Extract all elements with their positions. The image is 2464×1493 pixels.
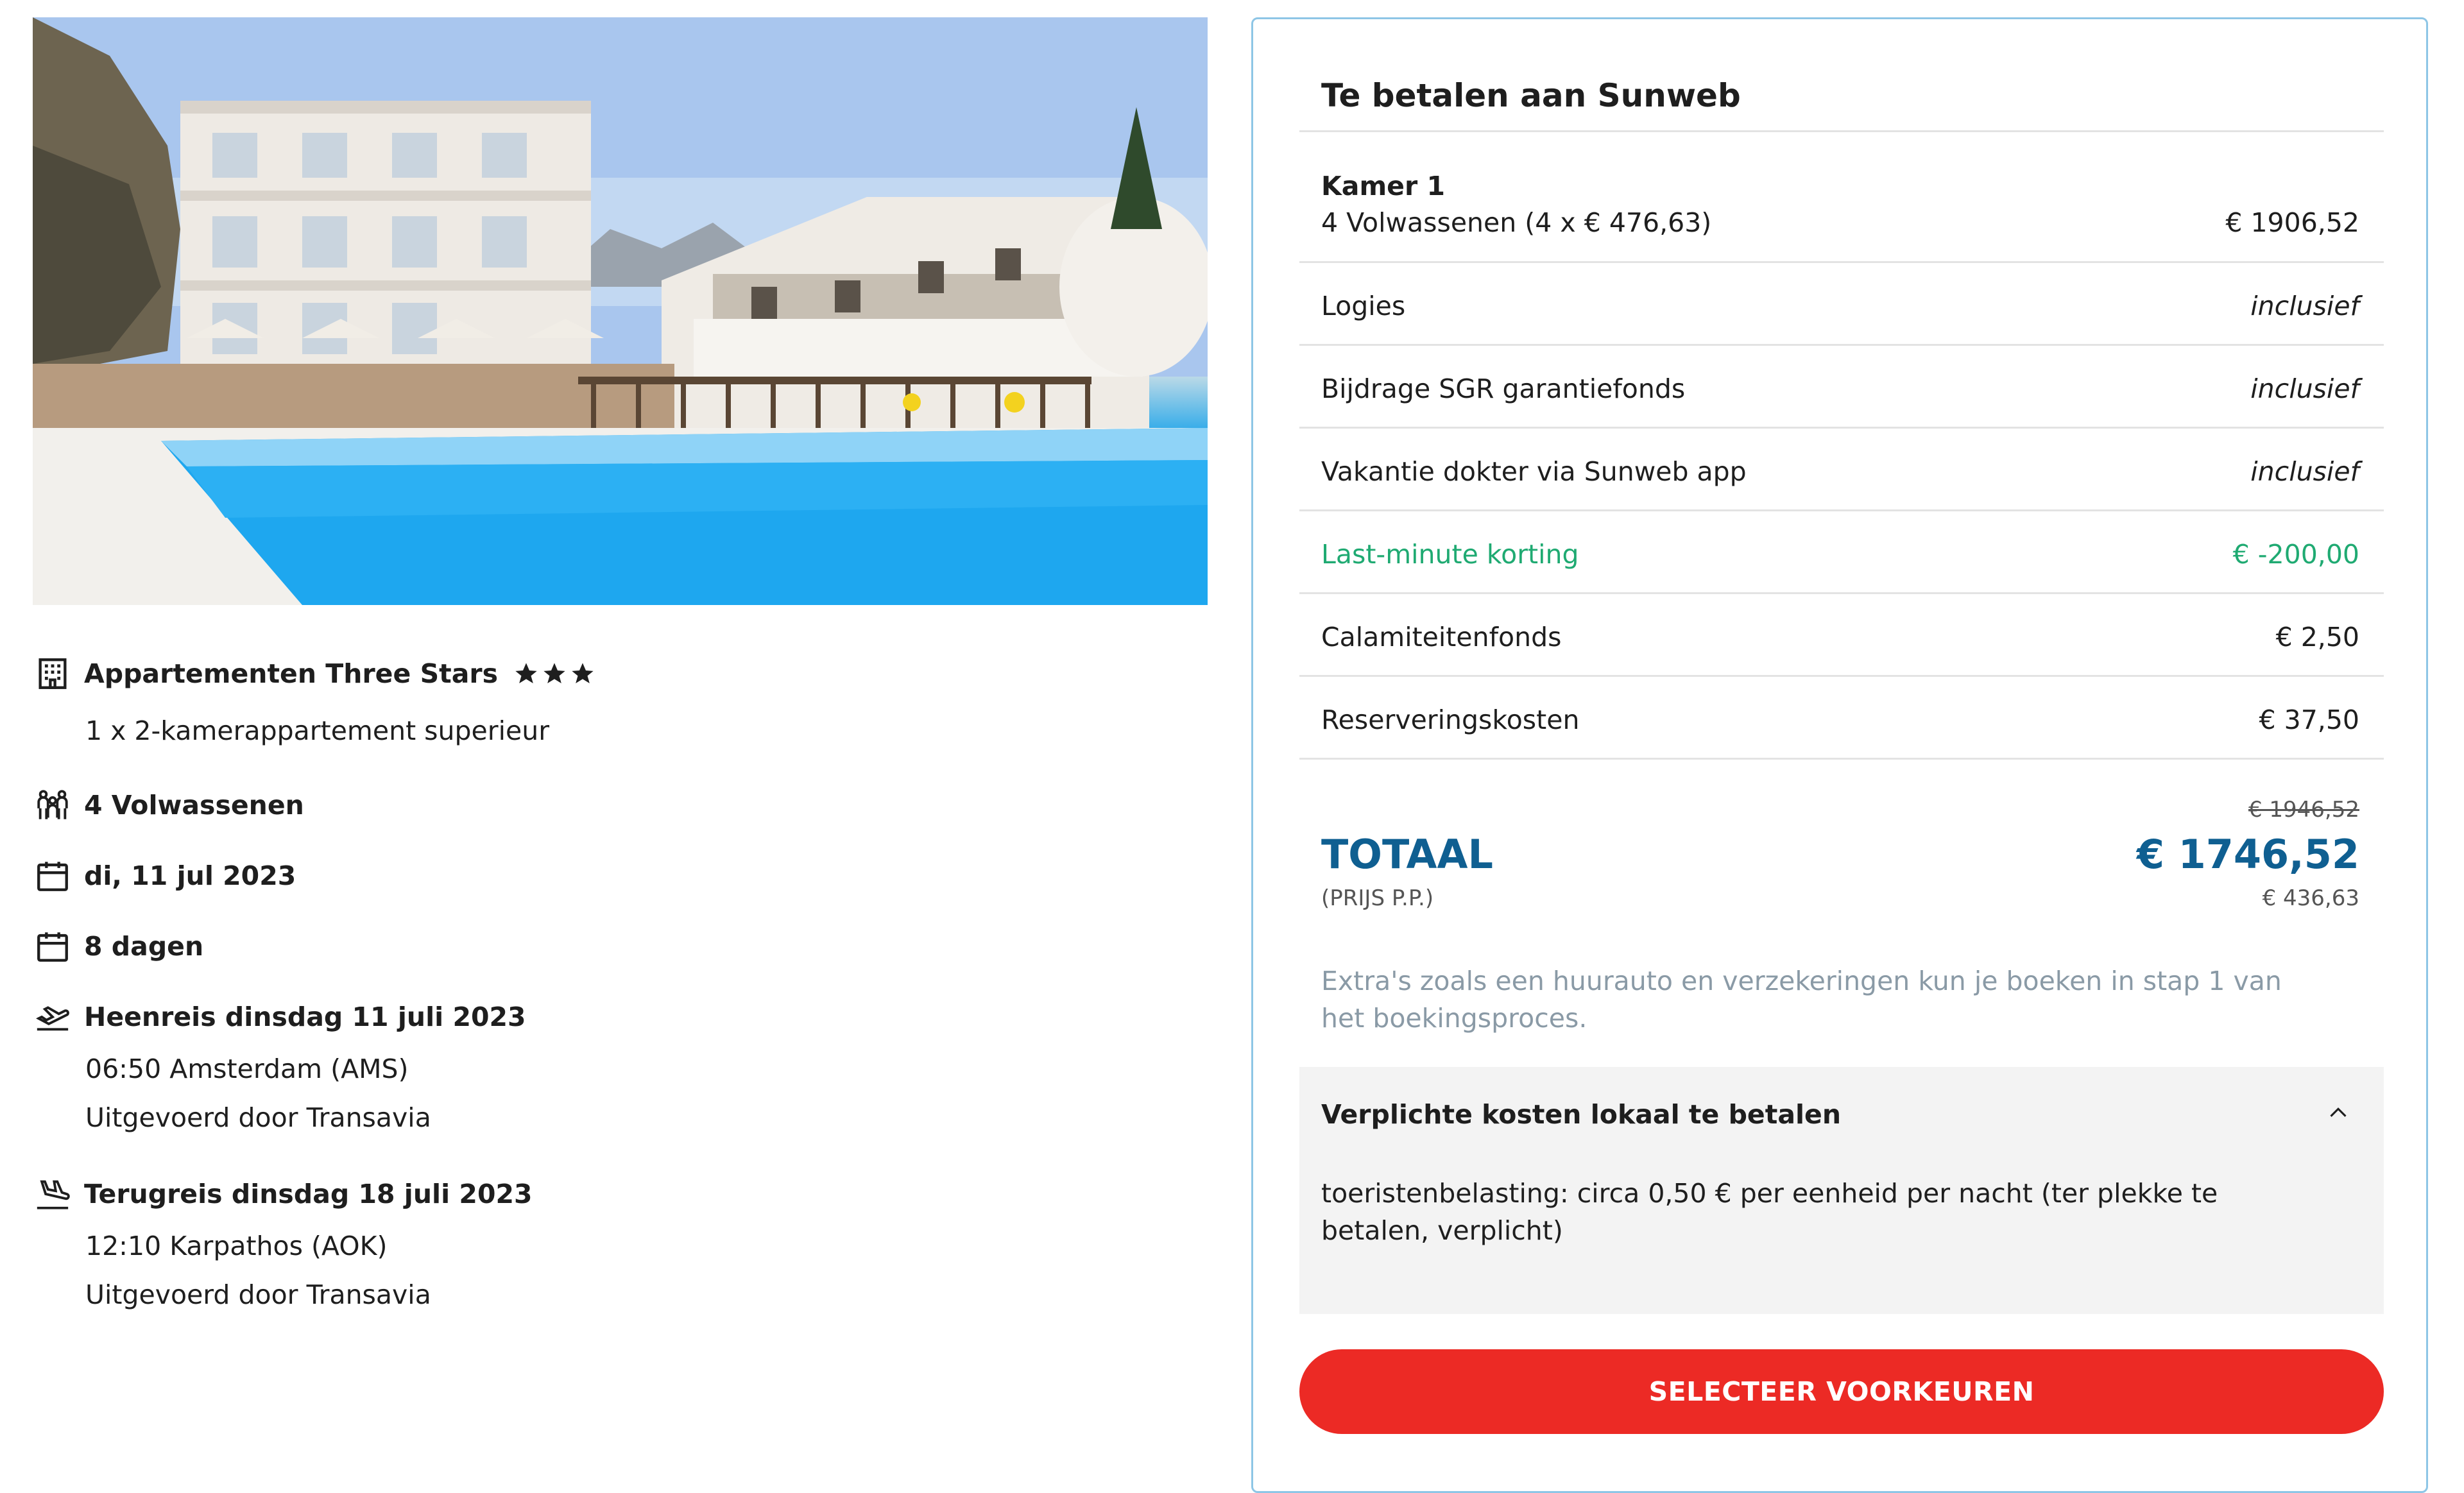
outbound-time-place: 06:50 Amsterdam (AMS) — [85, 1054, 409, 1084]
price-line-value: € 2,50 — [2275, 622, 2359, 653]
outbound-row: Heenreis dinsdag 11 juli 2023 — [33, 994, 526, 1039]
plane-arrival-icon — [33, 1174, 73, 1214]
price-line-value: inclusief — [2250, 291, 2359, 321]
local-costs-accordion[interactable]: Verplichte kosten lokaal te betalen toer… — [1299, 1067, 2384, 1314]
price-line-label: 4 Volwassenen (4 x € 476,63) — [1321, 207, 1712, 238]
outbound-carrier: Uitgevoerd door Transavia — [85, 1102, 431, 1133]
price-line-label: Reserveringskosten — [1321, 704, 1580, 735]
return-carrier: Uitgevoerd door Transavia — [85, 1279, 431, 1310]
travelers-row: 4 Volwassenen — [33, 783, 304, 828]
payment-summary-panel: Te betalen aan Sunweb Kamer 1 4 Volwasse… — [1251, 17, 2428, 1493]
return-title: Terugreis dinsdag 18 juli 2023 — [84, 1179, 533, 1209]
divider — [1299, 261, 2384, 263]
total-price: € 1746,52 — [2136, 831, 2359, 878]
star-icon — [515, 663, 537, 683]
star-icon — [543, 663, 565, 683]
star-icon — [572, 663, 594, 683]
hotel-name-row: Appartementen Three Stars — [33, 651, 595, 696]
hotel-stars — [513, 661, 595, 687]
duration-label: 8 dagen — [84, 931, 204, 962]
departure-date: di, 11 jul 2023 — [84, 860, 296, 891]
price-line-label: Calamiteitenfonds — [1321, 622, 1562, 653]
local-costs-text: toeristenbelasting: circa 0,50 € per een… — [1321, 1178, 2218, 1246]
price-line-adults: 4 Volwassenen (4 x € 476,63) € 1906,52 — [1321, 200, 2359, 245]
travelers-label: 4 Volwassenen — [84, 790, 304, 821]
price-line-value: € 37,50 — [2259, 704, 2360, 735]
calendar-icon — [33, 856, 73, 896]
building-icon — [33, 654, 73, 694]
price-line-discount: Last-minute korting € -200,00 — [1321, 532, 2359, 577]
price-line-logies: Logies inclusief — [1321, 284, 2359, 328]
calendar-icon — [33, 926, 73, 966]
divider — [1299, 130, 2384, 132]
price-line-calamity: Calamiteitenfonds € 2,50 — [1321, 615, 2359, 660]
plane-departure-icon — [33, 997, 73, 1037]
date-row: di, 11 jul 2023 — [33, 853, 296, 898]
local-costs-title[interactable]: Verplichte kosten lokaal te betalen — [1321, 1099, 1841, 1130]
price-line-label: Vakantie dokter via Sunweb app — [1321, 456, 1747, 487]
outbound-title: Heenreis dinsdag 11 juli 2023 — [84, 1002, 526, 1032]
price-line-sgr: Bijdrage SGR garantiefonds inclusief — [1321, 366, 2359, 411]
total-label: TOTAAL — [1321, 831, 1493, 878]
room-type: 1 x 2-kamerappartement superieur — [85, 715, 550, 746]
divider — [1299, 509, 2384, 511]
hotel-photo — [33, 17, 1208, 605]
room-heading: Kamer 1 — [1321, 171, 1445, 201]
price-line-doctor: Vakantie dokter via Sunweb app inclusief — [1321, 449, 2359, 494]
price-line-label: Last-minute korting — [1321, 539, 1579, 570]
price-line-value: inclusief — [2250, 456, 2359, 487]
duration-row: 8 dagen — [33, 924, 203, 969]
per-person-label: (PRIJS P.P.) — [1321, 885, 1434, 911]
divider — [1299, 427, 2384, 429]
divider — [1299, 592, 2384, 594]
price-line-label: Logies — [1321, 291, 1406, 321]
payment-title: Te betalen aan Sunweb — [1321, 77, 1741, 114]
chevron-up-icon[interactable] — [2323, 1098, 2353, 1127]
original-total-price: € 1946,52 — [2248, 797, 2359, 823]
price-line-value: € 1906,52 — [2225, 207, 2359, 238]
price-line-value: inclusief — [2250, 373, 2359, 404]
divider — [1299, 675, 2384, 677]
return-row: Terugreis dinsdag 18 juli 2023 — [33, 1172, 533, 1216]
extras-note: Extra's zoals een huurauto en verzekerin… — [1321, 966, 2282, 1034]
return-time-place: 12:10 Karpathos (AOK) — [85, 1231, 388, 1261]
divider — [1299, 344, 2384, 346]
hotel-photo-illustration — [33, 17, 1208, 605]
price-line-reservation: Reserveringskosten € 37,50 — [1321, 697, 2359, 742]
price-line-value: € -200,00 — [2232, 539, 2359, 570]
select-preferences-button[interactable]: SELECTEER VOORKEUREN — [1299, 1349, 2384, 1434]
hotel-name[interactable]: Appartementen Three Stars — [84, 658, 498, 689]
divider — [1299, 758, 2384, 760]
per-person-price: € 436,63 — [2262, 885, 2359, 911]
group-icon — [33, 785, 73, 825]
price-line-label: Bijdrage SGR garantiefonds — [1321, 373, 1686, 404]
